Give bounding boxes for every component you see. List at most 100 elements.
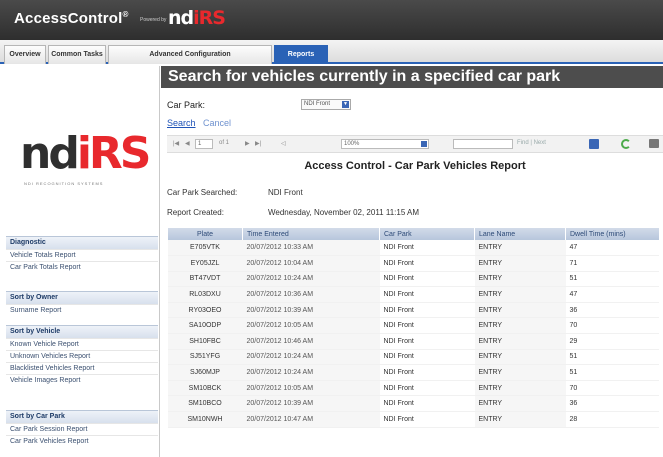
- time-entered-cell: 20/07/2012 10:33 AM: [242, 240, 380, 257]
- sidebar: ndiRS NDI RECOGNITION SYSTEMS Diagnostic…: [0, 66, 160, 457]
- car-park-label: Car Park:: [167, 100, 206, 110]
- lane-name-cell: ENTRY: [474, 380, 566, 397]
- ndirs-large-logo: ndiRS: [20, 128, 151, 179]
- plate-cell: BT47VDT: [167, 271, 243, 288]
- car-park-cell: NDI Front: [379, 271, 475, 288]
- lane-name-cell: ENTRY: [474, 317, 566, 335]
- dwell-time-cell: 47: [565, 240, 659, 257]
- dwell-time-cell: 70: [565, 317, 659, 335]
- sidebar-logo: ndiRS NDI RECOGNITION SYSTEMS: [0, 66, 160, 236]
- sidebar-item-vehicle-images-report[interactable]: Vehicle Images Report: [6, 374, 158, 386]
- export-save-icon[interactable]: [589, 139, 599, 149]
- dwell-time-cell: 36: [565, 302, 659, 319]
- car-park-select[interactable]: NDI Front ▼: [301, 99, 351, 110]
- table-row: SJ60MJP 20/07/2012 10:24 AM NDI Front ENTRY…: [167, 364, 659, 381]
- car-park-cell: NDI Front: [379, 411, 475, 428]
- sidebar-item-unknown-vehicles-report[interactable]: Unknown Vehicles Report: [6, 350, 158, 362]
- car-park-searched-label: Car Park Searched:: [167, 188, 238, 197]
- car-park-cell: NDI Front: [379, 302, 475, 319]
- car-park-selected-value: NDI Front: [304, 101, 331, 107]
- sidebar-item-car-park-session-report[interactable]: Car Park Session Report: [6, 423, 158, 435]
- cancel-link[interactable]: Cancel: [203, 118, 231, 128]
- car-park-cell: NDI Front: [379, 240, 475, 257]
- dwell-time-cell: 70: [565, 380, 659, 397]
- page-number-input[interactable]: 1: [195, 139, 213, 149]
- tab-advanced-configuration[interactable]: Advanced Configuration: [108, 45, 272, 64]
- sidebar-group-sort-by-vehicle: Sort by Vehicle Known Vehicle Report Unk…: [6, 325, 158, 386]
- time-entered-cell: 20/07/2012 10:24 AM: [242, 271, 380, 288]
- chevron-down-icon: ▼: [342, 101, 349, 108]
- dwell-time-cell: 51: [565, 364, 659, 381]
- car-park-cell: NDI Front: [379, 380, 475, 397]
- plate-cell: RL03DXU: [167, 286, 243, 303]
- table-header-row: Plate Time Entered Car Park Lane Name Dw…: [167, 228, 659, 240]
- dwell-time-cell: 28: [565, 411, 659, 428]
- report-title: Access Control - Car Park Vehicles Repor…: [304, 160, 526, 172]
- table-row: SA10ODP 20/07/2012 10:05 AM NDI Front ENTRY…: [167, 317, 659, 335]
- sidebar-group-sort-by-car-park: Sort by Car Park Car Park Session Report…: [6, 410, 158, 447]
- time-entered-cell: 20/07/2012 10:04 AM: [242, 255, 380, 272]
- column-header-lane-name: Lane Name: [474, 228, 566, 240]
- car-park-cell: NDI Front: [379, 255, 475, 272]
- car-park-cell: NDI Front: [379, 364, 475, 381]
- sidebar-item-blacklisted-vehicles-report[interactable]: Blacklisted Vehicles Report: [6, 362, 158, 374]
- time-entered-cell: 20/07/2012 10:36 AM: [242, 286, 380, 303]
- table-row: EY05JZL 20/07/2012 10:04 AM NDI Front ENTRY…: [167, 255, 659, 272]
- plate-cell: RY03OEO: [167, 302, 243, 319]
- find-next-link[interactable]: Find | Next: [517, 140, 546, 146]
- sidebar-item-known-vehicle-report[interactable]: Known Vehicle Report: [6, 338, 158, 350]
- time-entered-cell: 20/07/2012 10:05 AM: [242, 380, 380, 397]
- dwell-time-cell: 51: [565, 271, 659, 288]
- dwell-time-cell: 36: [565, 395, 659, 413]
- lane-name-cell: ENTRY: [474, 255, 566, 272]
- back-icon[interactable]: ◁: [281, 140, 286, 147]
- tab-reports[interactable]: Reports: [274, 45, 328, 64]
- time-entered-cell: 20/07/2012 10:39 AM: [242, 395, 380, 413]
- table-row: BT47VDT 20/07/2012 10:24 AM NDI Front ENTRY…: [167, 271, 659, 288]
- brand-mark: ®: [122, 10, 129, 19]
- lane-name-cell: ENTRY: [474, 411, 566, 428]
- table-row: SH10FBC 20/07/2012 10:46 AM NDI Front ENTRY…: [167, 333, 659, 350]
- report-toolbar: |◀ ◀ 1 of 1 ▶ ▶| ◁ 100% Find | Next: [167, 135, 663, 153]
- column-header-dwell-time: Dwell Time (mins): [565, 228, 659, 240]
- car-park-cell: NDI Front: [379, 317, 475, 335]
- car-park-cell: NDI Front: [379, 333, 475, 350]
- print-icon[interactable]: [649, 139, 659, 148]
- plate-cell: EY05JZL: [167, 255, 243, 272]
- sidebar-group-diagnostic: Diagnostic Vehicle Totals Report Car Par…: [6, 236, 158, 273]
- plate-cell: SA10ODP: [167, 317, 243, 335]
- sidebar-item-surname-report[interactable]: Surname Report: [6, 304, 158, 316]
- dwell-time-cell: 47: [565, 286, 659, 303]
- first-page-icon[interactable]: |◀: [173, 140, 179, 147]
- next-page-icon[interactable]: ▶: [245, 140, 250, 147]
- find-input[interactable]: [453, 139, 513, 149]
- sidebar-heading: Sort by Owner: [6, 291, 158, 304]
- table-row: RY03OEO 20/07/2012 10:39 AM NDI Front ENTRY…: [167, 302, 659, 319]
- time-entered-cell: 20/07/2012 10:05 AM: [242, 317, 380, 335]
- search-link[interactable]: Search: [167, 118, 196, 128]
- sidebar-item-car-park-totals-report[interactable]: Car Park Totals Report: [6, 261, 158, 273]
- plate-cell: SJ51YFG: [167, 349, 243, 366]
- sidebar-heading: Sort by Car Park: [6, 410, 158, 423]
- sidebar-item-vehicle-totals-report[interactable]: Vehicle Totals Report: [6, 249, 158, 261]
- time-entered-cell: 20/07/2012 10:47 AM: [242, 411, 380, 428]
- vehicles-table: Plate Time Entered Car Park Lane Name Dw…: [167, 228, 659, 428]
- tab-overview[interactable]: Overview: [4, 45, 46, 64]
- previous-page-icon[interactable]: ◀: [185, 140, 190, 147]
- page-count: of 1: [219, 140, 230, 146]
- plate-cell: SM10NWH: [167, 411, 243, 428]
- tab-common-tasks[interactable]: Common Tasks: [48, 45, 106, 64]
- plate-cell: SM10BCO: [167, 395, 243, 413]
- table-row: RL03DXU 20/07/2012 10:36 AM NDI Front ENTRY…: [167, 286, 659, 303]
- powered-by-text: Powered by: [140, 17, 167, 23]
- sidebar-item-car-park-vehicles-report[interactable]: Car Park Vehicles Report: [6, 435, 158, 447]
- sidebar-heading: Diagnostic: [6, 236, 158, 249]
- sidebar-group-sort-by-owner: Sort by Owner Surname Report: [6, 291, 158, 316]
- last-page-icon[interactable]: ▶|: [255, 140, 261, 147]
- refresh-icon[interactable]: [621, 139, 631, 149]
- lane-name-cell: ENTRY: [474, 302, 566, 319]
- car-park-searched-value: NDI Front: [268, 188, 303, 197]
- app-brand: AccessControl®: [14, 10, 129, 27]
- zoom-select[interactable]: 100%: [341, 139, 429, 149]
- table-row: SJ51YFG 20/07/2012 10:24 AM NDI Front ENTRY…: [167, 349, 659, 366]
